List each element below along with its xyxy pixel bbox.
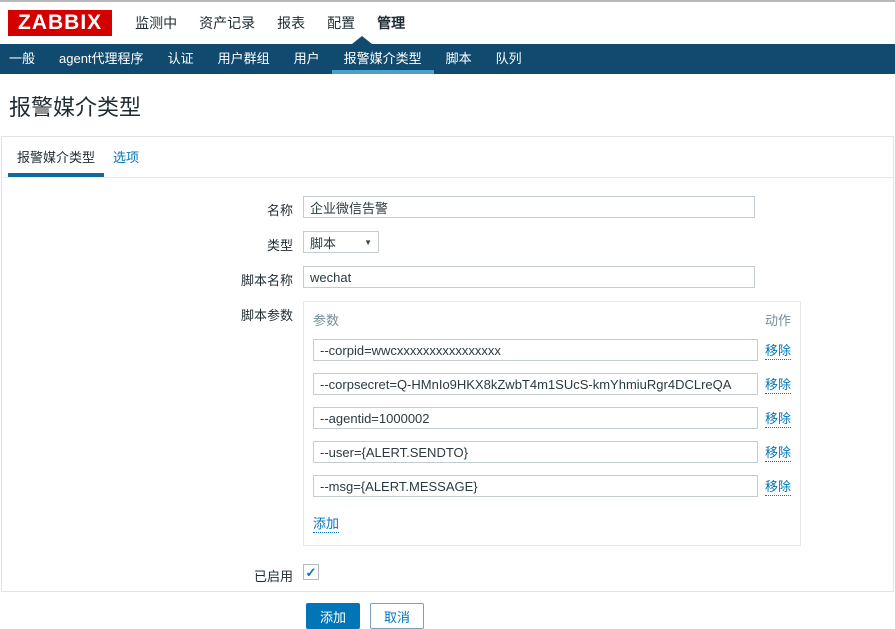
top-bar: ZABBIX 监测中 资产记录 报表 配置 管理 [0, 2, 895, 44]
param-row: 移除 [313, 475, 791, 497]
type-select-value: 脚本 [310, 233, 336, 252]
param-input-corpsecret[interactable] [313, 373, 758, 395]
script-name-input[interactable] [303, 266, 755, 288]
name-label: 名称 [2, 196, 303, 219]
tab-options[interactable]: 选项 [104, 137, 148, 177]
script-name-label: 脚本名称 [2, 266, 303, 289]
form-buttons: 添加 取消 [2, 603, 893, 629]
remove-param-link[interactable]: 移除 [765, 408, 791, 428]
add-param-link[interactable]: 添加 [313, 513, 339, 533]
param-input-msg[interactable] [313, 475, 758, 497]
param-row: 移除 [313, 339, 791, 361]
media-type-card: 报警媒介类型 选项 名称 类型 脚本 ▼ 脚本名称 脚本参数 参数 动作 [1, 136, 894, 592]
page-title: 报警媒介类型 [0, 74, 895, 136]
sub-nav-media-types[interactable]: 报警媒介类型 [332, 44, 434, 74]
cancel-button[interactable]: 取消 [370, 603, 424, 629]
top-nav-reports[interactable]: 报表 [266, 13, 316, 33]
tab-row: 报警媒介类型 选项 [2, 137, 893, 178]
sub-nav-bar: 一般 agent代理程序 认证 用户群组 用户 报警媒介类型 脚本 队列 [0, 44, 895, 74]
param-row: 移除 [313, 407, 791, 429]
script-params-box: 参数 动作 移除 移除 移除 移除 [303, 301, 801, 546]
top-nav-monitoring[interactable]: 监测中 [124, 13, 188, 33]
name-input[interactable] [303, 196, 755, 218]
params-header-parameter: 参数 [313, 310, 339, 329]
sub-nav-scripts[interactable]: 脚本 [434, 44, 484, 74]
param-input-user[interactable] [313, 441, 758, 463]
tab-media-type[interactable]: 报警媒介类型 [8, 137, 104, 177]
top-nav-configuration[interactable]: 配置 [316, 13, 366, 33]
param-input-corpid[interactable] [313, 339, 758, 361]
sub-nav-queue[interactable]: 队列 [484, 44, 534, 74]
sub-nav-proxies[interactable]: agent代理程序 [47, 44, 156, 74]
enabled-checkbox[interactable]: ✓ [303, 564, 319, 580]
active-menu-pointer-icon [352, 36, 372, 44]
params-header-action: 动作 [765, 310, 791, 329]
param-row: 移除 [313, 441, 791, 463]
remove-param-link[interactable]: 移除 [765, 442, 791, 462]
type-select[interactable]: 脚本 ▼ [303, 231, 379, 253]
param-input-agentid[interactable] [313, 407, 758, 429]
sub-nav-user-groups[interactable]: 用户群组 [206, 44, 282, 74]
remove-param-link[interactable]: 移除 [765, 476, 791, 496]
type-label: 类型 [2, 231, 303, 254]
sub-nav-general[interactable]: 一般 [0, 44, 47, 74]
sub-nav-users[interactable]: 用户 [282, 44, 332, 74]
param-row: 移除 [313, 373, 791, 395]
top-nav-administration[interactable]: 管理 [366, 13, 416, 33]
remove-param-link[interactable]: 移除 [765, 340, 791, 360]
check-icon: ✓ [306, 566, 317, 579]
top-nav-inventory[interactable]: 资产记录 [188, 13, 266, 33]
enabled-label: 已启用 [2, 562, 303, 585]
remove-param-link[interactable]: 移除 [765, 374, 791, 394]
chevron-down-icon: ▼ [364, 238, 372, 247]
sub-nav-authentication[interactable]: 认证 [156, 44, 206, 74]
media-type-form: 名称 类型 脚本 ▼ 脚本名称 脚本参数 参数 动作 移除 [2, 178, 893, 629]
script-params-label: 脚本参数 [2, 301, 303, 324]
zabbix-logo[interactable]: ZABBIX [8, 10, 112, 36]
top-nav: 监测中 资产记录 报表 配置 管理 [124, 13, 416, 33]
add-button[interactable]: 添加 [306, 603, 360, 629]
